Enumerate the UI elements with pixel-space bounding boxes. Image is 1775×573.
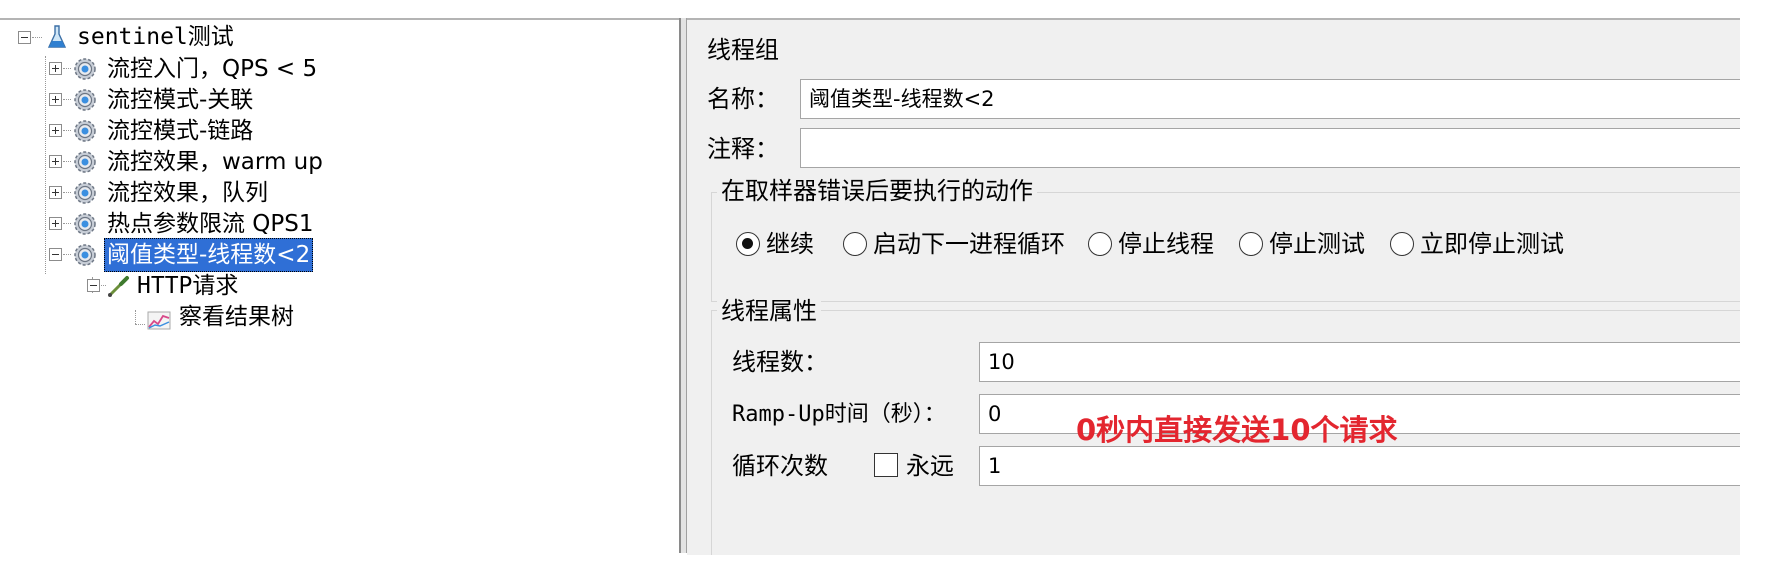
tree-node-thread-group[interactable]: 流控入门，QPS < 5 [0,52,400,86]
gear-icon [74,58,96,80]
tree-node-thread-group-selected[interactable]: 阈值类型-线程数<2 [0,238,400,272]
tree-thread-group-label: 阈值类型-线程数<2 [104,238,314,272]
tree-connector [32,37,42,38]
collapse-icon[interactable] [87,279,100,292]
forever-checkbox[interactable] [874,453,898,477]
tree-node-listener[interactable]: 察看结果树 [0,300,400,334]
tree-thread-group-label: 流控入门，QPS < 5 [107,56,318,82]
expand-icon[interactable] [49,155,62,168]
tree-connector [63,192,71,193]
stop-thread-option-label[interactable]: 停止线程 [1118,227,1214,261]
tree-node-thread-group[interactable]: 流控模式-关联 [0,83,400,117]
stop-thread-radio[interactable] [1088,232,1112,256]
stop-test-now-option-label[interactable]: 立即停止测试 [1420,227,1564,261]
tree-node-http-sampler[interactable]: HTTP请求 [0,269,400,303]
tree-thread-group-label: 流控效果，warm up [107,149,323,175]
comment-label: 注释： [707,135,779,163]
tree-connector [63,130,71,131]
gear-icon [74,213,96,235]
expand-icon[interactable] [49,93,62,106]
sampler-error-action-title: 在取样器错误后要执行的动作 [717,174,1037,208]
tree-connector [63,254,71,255]
tree-thread-group-label: 流控模式-关联 [107,87,254,113]
gear-icon [74,89,96,111]
tree-sampler-label: HTTP请求 [137,273,239,299]
thread-properties-title: 线程属性 [717,294,821,328]
gear-icon [74,151,96,173]
start-next-loop-option-label[interactable]: 启动下一进程循环 [873,227,1065,261]
panel-title: 线程组 [707,36,779,64]
collapse-icon[interactable] [49,248,62,261]
tree-node-thread-group[interactable]: 流控效果，warm up [0,145,400,179]
name-label: 名称： [707,85,779,113]
name-input[interactable]: 阈值类型-线程数<2 [800,79,1740,119]
loop-count-label: 循环次数 [732,452,828,480]
stop-test-now-radio[interactable] [1390,232,1414,256]
ramp-up-label: Ramp-Up时间（秒）： [732,402,946,427]
tree-thread-group-label: 流控效果，队列 [107,180,268,206]
stop-test-radio[interactable] [1239,232,1263,256]
comment-input[interactable] [800,128,1740,168]
test-plan-icon [47,25,67,48]
tree-thread-group-label: 流控模式-链路 [107,118,254,144]
tree-node-root[interactable]: sentinel测试 [0,20,400,54]
tree-listener-label: 察看结果树 [179,304,294,330]
tree-connector [63,161,71,162]
tree-root-label: sentinel测试 [77,24,234,50]
forever-label[interactable]: 永远 [906,449,954,483]
tree-node-thread-group[interactable]: 流控模式-链路 [0,114,400,148]
tree-connector [63,68,71,69]
panel-splitter[interactable] [679,18,687,553]
tree-connector [63,223,71,224]
tree-connector [63,99,71,100]
expand-icon[interactable] [49,186,62,199]
gear-icon [74,120,96,142]
thread-count-label: 线程数： [732,348,828,376]
gear-icon [74,244,96,266]
expand-icon[interactable] [49,124,62,137]
continue-option-label[interactable]: 继续 [766,227,814,261]
pipette-icon [108,276,129,297]
collapse-icon[interactable] [18,31,31,44]
tree-node-thread-group[interactable]: 热点参数限流 QPS1 [0,207,400,241]
continue-radio[interactable] [736,232,760,256]
chart-icon [147,311,171,330]
loop-count-input[interactable]: 1 [979,446,1740,486]
thread-count-input[interactable]: 10 [979,342,1740,382]
tree-connector [135,324,145,325]
tree-thread-group-label: 热点参数限流 QPS1 [107,211,314,237]
red-annotation-text: 0秒内直接发送10个请求 [1076,413,1398,447]
expand-icon[interactable] [49,217,62,230]
expand-icon[interactable] [49,62,62,75]
stop-test-option-label[interactable]: 停止测试 [1269,227,1365,261]
gear-icon [74,182,96,204]
thread-group-config-panel: 线程组 名称： 阈值类型-线程数<2 注释： 在取样器错误后要执行的动作 继续 … [687,18,1740,555]
tree-node-thread-group[interactable]: 流控效果，队列 [0,176,400,210]
start-next-loop-radio[interactable] [843,232,867,256]
test-plan-tree[interactable]: sentinel测试 流控入门，QPS < 5 流控模式-关联 流控模式-链路 [0,18,681,555]
